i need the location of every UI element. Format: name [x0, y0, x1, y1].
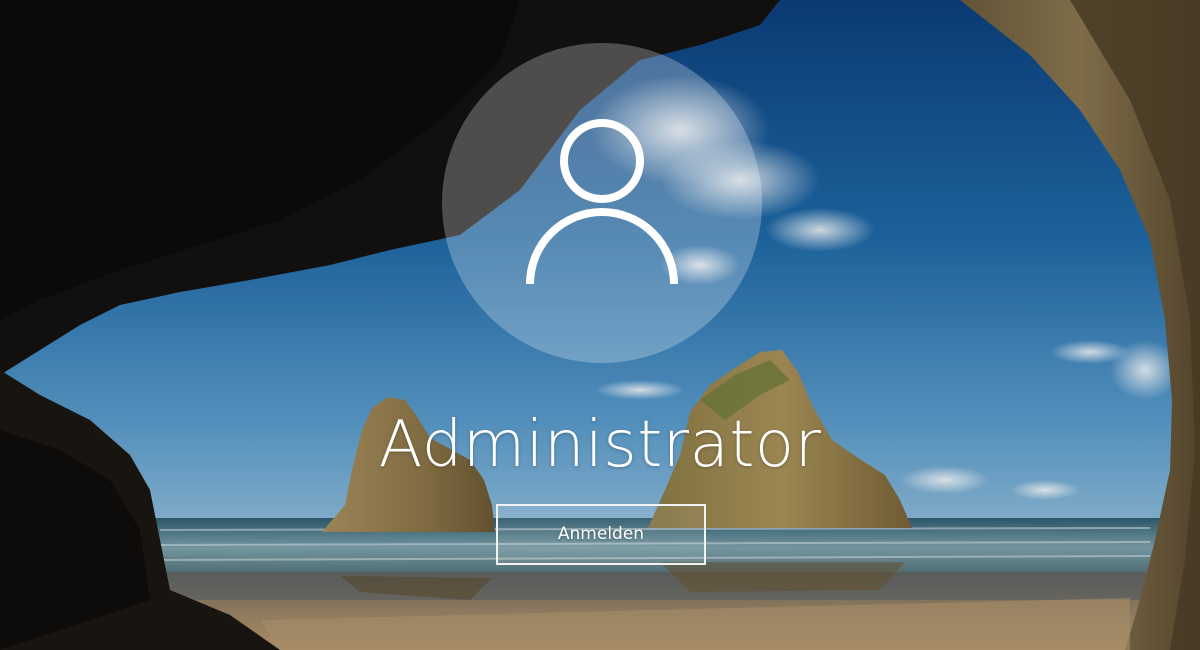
user-avatar [442, 43, 762, 363]
sign-in-button[interactable]: Anmelden [496, 504, 706, 565]
username-label: Administrator [378, 408, 822, 482]
login-screen: Administrator Anmelden [0, 0, 1200, 650]
user-icon [526, 119, 678, 285]
